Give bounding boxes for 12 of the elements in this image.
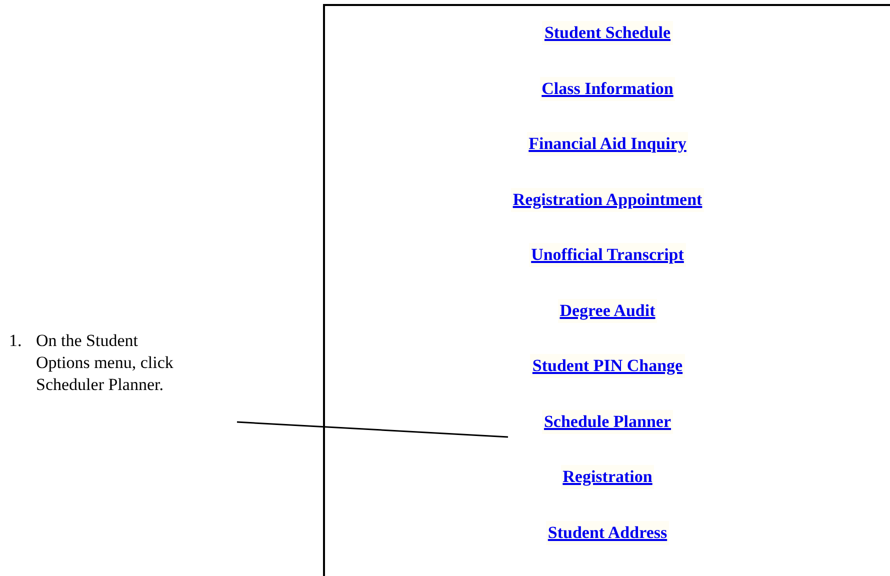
- step-instruction: On the Student Options menu, click Scheduler Planner.: [36, 330, 174, 396]
- menu-link[interactable]: Student PIN Change: [530, 354, 685, 378]
- menu-link[interactable]: Degree Audit: [558, 298, 658, 322]
- menu-link[interactable]: Class Information: [540, 76, 676, 100]
- menu-link[interactable]: Student Schedule: [542, 21, 673, 45]
- menu-link[interactable]: Registration: [560, 465, 654, 489]
- menu-link[interactable]: Student Address: [546, 520, 670, 544]
- menu-link[interactable]: Financial Aid Inquiry: [526, 132, 688, 156]
- menu-link[interactable]: Schedule Planner: [542, 410, 674, 434]
- menu-link[interactable]: Registration Appointment: [510, 188, 704, 212]
- step-number: 1.: [9, 330, 23, 352]
- menu-link[interactable]: Unofficial Transcript: [529, 243, 686, 267]
